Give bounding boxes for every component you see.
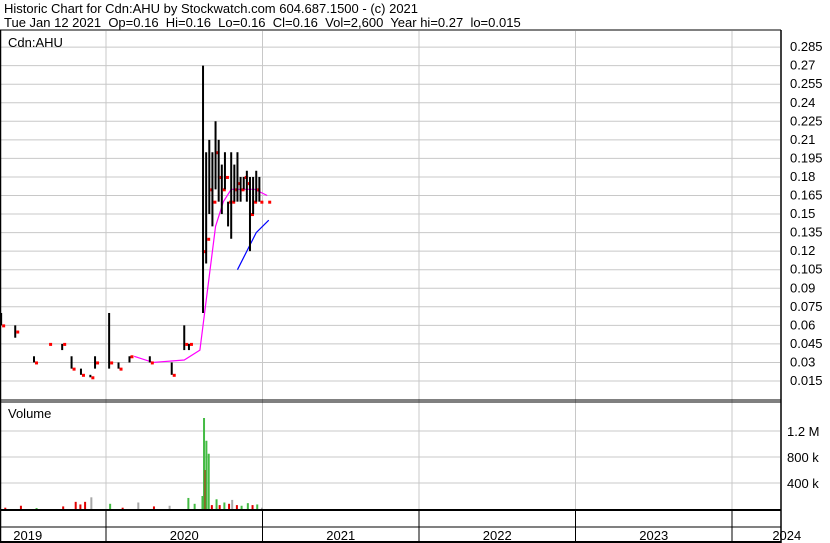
close-tick [119,367,123,371]
volume-bar [210,505,213,509]
close-tick [225,175,229,179]
price-tick-label: 0.09 [790,280,815,295]
volume-bar [35,508,38,509]
price-tick-label: 0.285 [790,39,823,54]
volume-tick-label: 400 k [787,476,819,491]
close-tick [150,361,154,365]
volume-bar [260,507,263,509]
price-tick-label: 0.135 [790,225,823,240]
close-tick [49,342,53,346]
volume-bar [168,505,171,509]
x-tick-label: 2022 [483,528,512,543]
chart-window: Historic Chart for Cdn:AHU by Stockwatch… [0,0,830,543]
volume-bar [235,505,238,509]
volume-label: Volume [8,406,51,421]
volume-bar [223,502,226,509]
volume-bar [137,502,140,509]
price-tick-label: 0.27 [790,58,815,73]
volume-bar [240,505,243,509]
price-tick-label: 0.12 [790,243,815,258]
volume-bar [84,501,87,509]
volume-bar [207,453,210,509]
close-tick [2,324,6,328]
moving-average-fast [133,188,268,364]
close-tick [207,237,211,241]
price-volume-chart: 0.285 0.27 0.255 0.24 0.225 0.21 0.195 0.18 0.16… [0,29,823,543]
x-tick-label: 2023 [639,528,668,543]
x-tick-label: 2021 [326,528,355,543]
volume-bar [19,505,22,509]
volume-bar [79,504,82,509]
close-tick [260,200,264,204]
volume-bar [205,440,208,509]
close-tick [110,361,114,365]
volume-bar [231,499,234,509]
close-tick [172,373,176,377]
close-tick [185,342,189,346]
volume-tick-label: 1.2 M [787,424,820,439]
price-tick-label: 0.24 [790,95,815,110]
price-tick-label: 0.15 [790,206,815,221]
volume-bar [256,504,259,509]
close-tick [81,373,85,377]
close-tick [213,200,217,204]
price-tick-label: 0.165 [790,188,823,203]
price-tick-label: 0.225 [790,113,823,128]
price-tick-label: 0.06 [790,317,815,332]
close-tick [189,342,193,346]
volume-bar [62,506,65,509]
x-tick-label: 2020 [170,528,199,543]
volume-bar [193,503,196,509]
symbol-label: Cdn:AHU [8,35,63,50]
volume-bar [218,505,221,509]
volume-bar [74,501,77,509]
price-tick-label: 0.075 [790,299,823,314]
volume-bar [152,506,155,509]
close-tick [96,361,100,365]
close-tick [91,376,95,380]
volume-bar [251,505,254,509]
volume-bar [228,503,231,509]
price-tick-label: 0.015 [790,373,823,388]
x-tick-label: 2019 [13,528,42,543]
volume-bar [246,503,249,509]
volume-tick-label: 800 k [787,450,819,465]
price-tick-label: 0.195 [790,150,823,165]
close-tick [16,330,20,334]
close-tick [130,355,134,359]
price-tick-label: 0.105 [790,262,823,277]
close-tick [35,361,39,365]
price-tick-label: 0.21 [790,132,815,147]
moving-average-slow [236,219,270,270]
price-tick-label: 0.18 [790,169,815,184]
x-tick-label: 2024 [772,528,801,543]
close-tick [63,342,67,346]
price-tick-label: 0.03 [790,354,815,369]
close-tick [72,367,76,371]
volume-bar [215,499,218,509]
price-tick-label: 0.255 [790,76,823,91]
price-tick-label: 0.045 [790,336,823,351]
volume-bar [4,507,7,509]
volume-bar [90,497,93,509]
close-tick [268,200,272,204]
volume-bar [109,503,112,509]
volume-bar [121,507,124,509]
volume-bar [187,497,190,509]
